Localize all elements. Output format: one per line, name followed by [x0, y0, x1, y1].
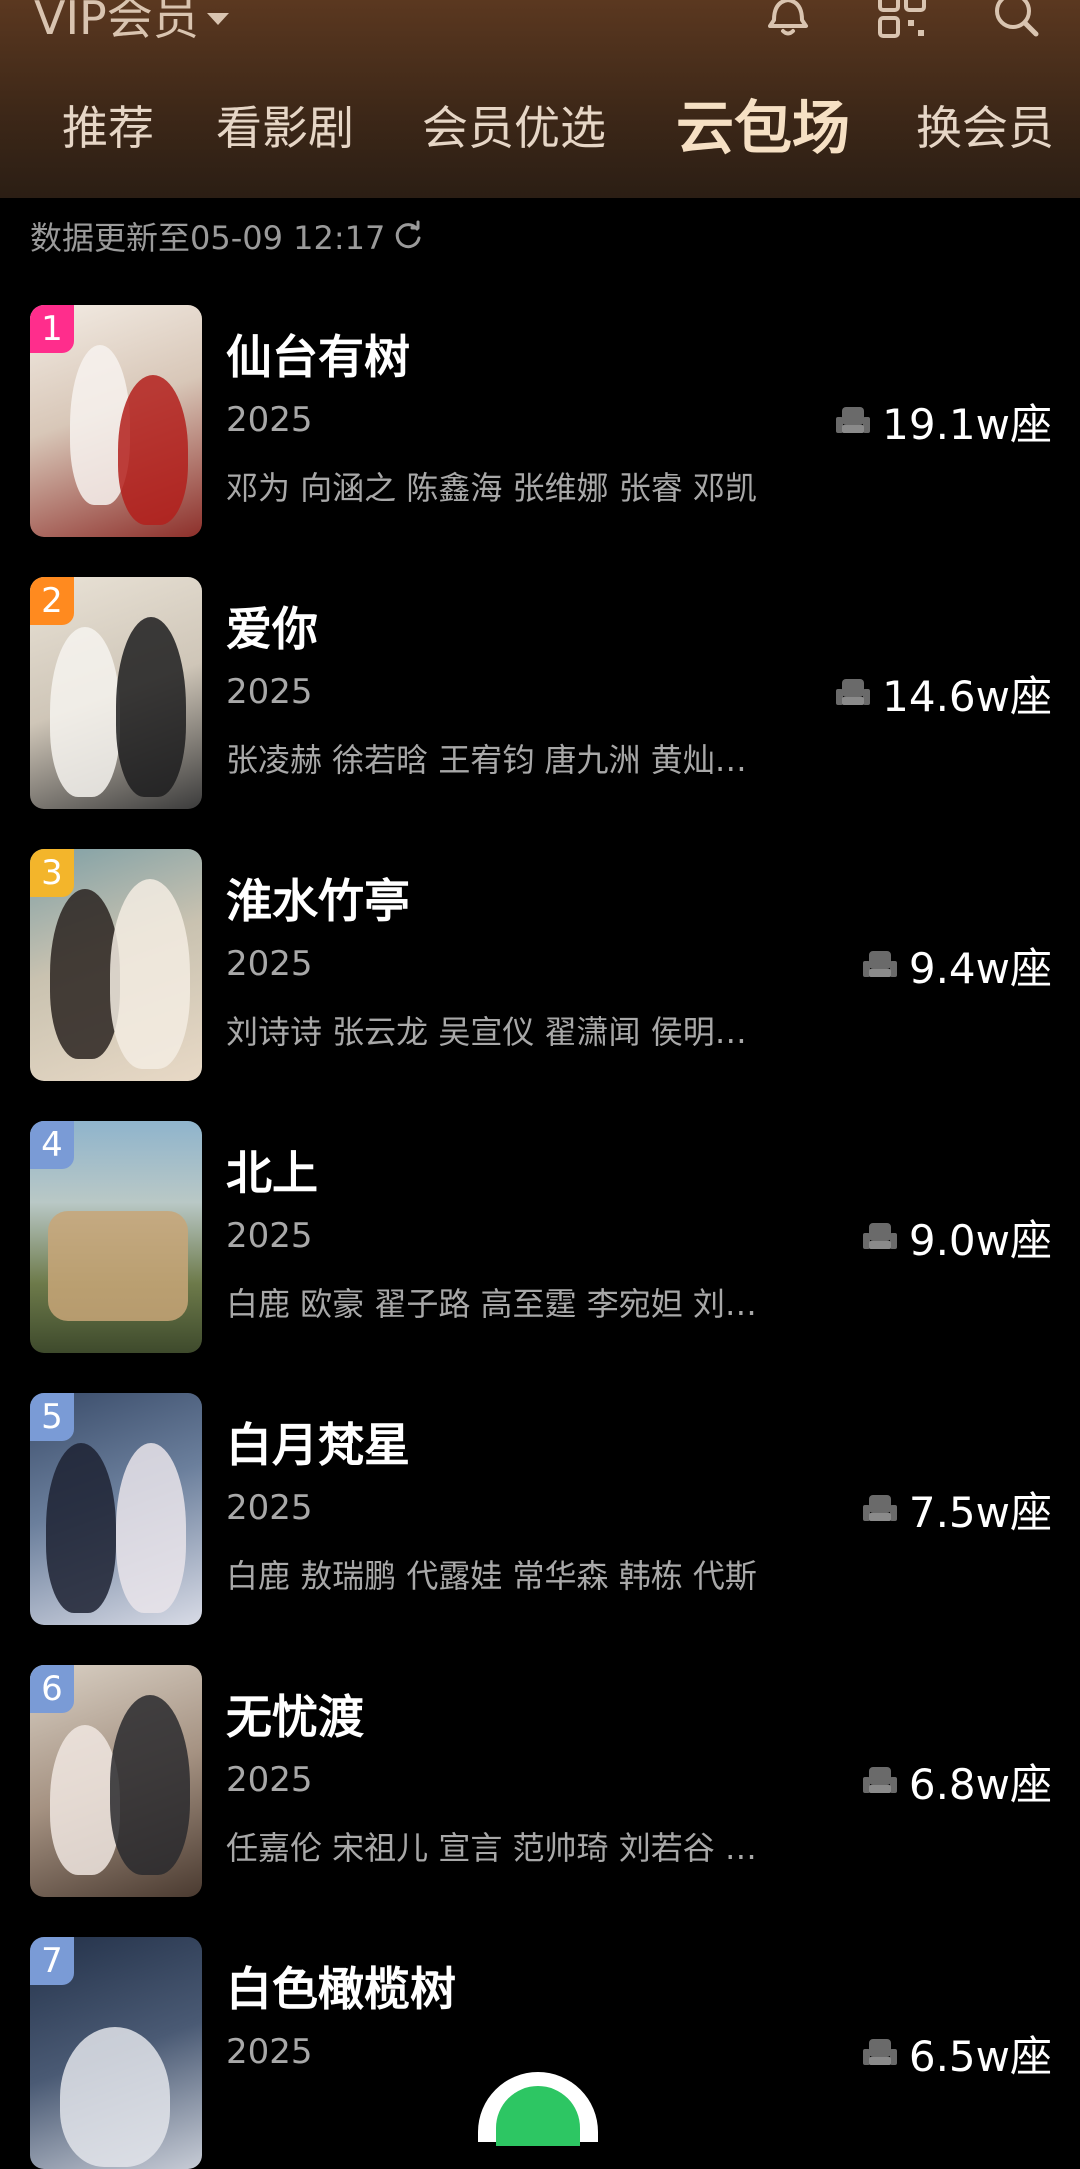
- drama-cast: 白鹿 敖瑞鹏 代露娃 常华森 韩栋 代斯: [226, 1557, 757, 1595]
- seat-count-value: 9.4w座: [908, 944, 1052, 993]
- tab-member-picks[interactable]: 会员优选: [422, 88, 606, 168]
- drama-title: 爱你: [226, 602, 318, 656]
- drama-year: 2025: [226, 1760, 313, 1800]
- poster-image: 7: [30, 1937, 202, 2169]
- rank-badge: 6: [30, 1665, 74, 1713]
- tab-switch-membership[interactable]: 换会员: [916, 88, 1054, 168]
- rank-badge: 2: [30, 577, 74, 625]
- poster-image: 4: [30, 1121, 202, 1353]
- seat-icon: [862, 1222, 897, 1249]
- list-item[interactable]: 5 白月梵星 2025 白鹿 敖瑞鹏 代露娃 常华森 韩栋 代斯 7.5w座: [0, 1393, 1080, 1625]
- poster-image: 5: [30, 1393, 202, 1625]
- list-item[interactable]: 2 爱你 2025 张凌赫 徐若晗 王宥钧 唐九洲 黄灿… 14.6w座: [0, 577, 1080, 809]
- qr-scan-icon[interactable]: [874, 0, 930, 42]
- seat-count: 7.5w座: [861, 1479, 1052, 1540]
- refresh-icon[interactable]: [391, 219, 425, 253]
- list-item[interactable]: 3 淮水竹亭 2025 刘诗诗 张云龙 吴宣仪 翟潇闻 侯明… 9.4w座: [0, 849, 1080, 1081]
- tab-bar: 推荐 看影剧 会员优选 云包场 换会员: [0, 88, 1080, 168]
- tab-movies-series[interactable]: 看影剧: [216, 88, 354, 168]
- poster-image: 2: [30, 577, 202, 809]
- vip-dropdown[interactable]: VIP会员: [34, 0, 229, 48]
- rank-badge: 5: [30, 1393, 74, 1441]
- drama-year: 2025: [226, 944, 313, 984]
- floating-action-icon: [496, 2086, 580, 2146]
- rank-badge: 3: [30, 849, 74, 897]
- vip-title-label: VIP会员: [34, 0, 199, 45]
- seat-count-value: 19.1w座: [882, 400, 1052, 449]
- drama-year: 2025: [226, 1216, 313, 1256]
- seat-icon: [836, 406, 871, 433]
- drama-year: 2025: [226, 2032, 313, 2072]
- poster-image: 6: [30, 1665, 202, 1897]
- rank-badge: 7: [30, 1937, 74, 1985]
- update-status: 数据更新至05-09 12:17: [30, 213, 425, 259]
- drama-cast: 任嘉伦 宋祖儿 宣言 范帅琦 刘若谷 …: [226, 1829, 757, 1867]
- drama-cast: 刘诗诗 张云龙 吴宣仪 翟潇闻 侯明…: [226, 1013, 747, 1051]
- list-item[interactable]: 1 仙台有树 2025 邓为 向涵之 陈鑫海 张维娜 张睿 邓凯 19.1w座: [0, 305, 1080, 537]
- seat-count: 14.6w座: [834, 663, 1052, 724]
- drama-year: 2025: [226, 1488, 313, 1528]
- seat-count: 6.5w座: [861, 2023, 1052, 2084]
- seat-icon: [862, 950, 897, 977]
- seat-icon: [862, 1494, 897, 1521]
- update-text: 数据更新至05-09 12:17: [30, 219, 386, 257]
- poster-image: 1: [30, 305, 202, 537]
- header-bar: VIP会员 推荐 看影剧 会员优选 云包场 换会员: [0, 0, 1080, 198]
- seat-icon: [862, 2038, 897, 2065]
- drama-title: 无忧渡: [226, 1690, 364, 1744]
- drama-title: 北上: [226, 1146, 318, 1200]
- rank-badge: 4: [30, 1121, 74, 1169]
- list-item[interactable]: 4 北上 2025 白鹿 欧豪 翟子路 高至霆 李宛妲 刘… 9.0w座: [0, 1121, 1080, 1353]
- list-item[interactable]: 6 无忧渡 2025 任嘉伦 宋祖儿 宣言 范帅琦 刘若谷 … 6.8w座: [0, 1665, 1080, 1897]
- poster-image: 3: [30, 849, 202, 1081]
- seat-count: 9.4w座: [861, 935, 1052, 996]
- drama-year: 2025: [226, 400, 313, 440]
- seat-count-value: 7.5w座: [908, 1488, 1052, 1537]
- seat-count: 19.1w座: [834, 391, 1052, 452]
- seat-count-value: 14.6w座: [882, 672, 1052, 721]
- seat-icon: [836, 678, 871, 705]
- seat-count: 9.0w座: [861, 1207, 1052, 1268]
- seat-icon: [862, 1766, 897, 1793]
- drama-title: 白月梵星: [226, 1418, 410, 1472]
- seat-count-value: 6.5w座: [908, 2032, 1052, 2081]
- drama-title: 淮水竹亭: [226, 874, 410, 928]
- drama-title: 白色橄榄树: [226, 1962, 456, 2016]
- chevron-down-icon: [206, 13, 229, 25]
- drama-year: 2025: [226, 672, 313, 712]
- tab-recommend[interactable]: 推荐: [62, 88, 154, 168]
- rank-badge: 1: [30, 305, 74, 353]
- tab-cloud-screening[interactable]: 云包场: [676, 88, 850, 168]
- header-actions: [760, 0, 1044, 42]
- drama-cast: 张凌赫 徐若晗 王宥钧 唐九洲 黄灿…: [226, 741, 747, 779]
- drama-cast: 邓为 向涵之 陈鑫海 张维娜 张睿 邓凯: [226, 469, 757, 507]
- seat-count-value: 6.8w座: [908, 1760, 1052, 1809]
- seat-count-value: 9.0w座: [908, 1216, 1052, 1265]
- drama-cast: 白鹿 欧豪 翟子路 高至霆 李宛妲 刘…: [226, 1285, 757, 1323]
- seat-count: 6.8w座: [861, 1751, 1052, 1812]
- bell-icon[interactable]: [760, 0, 816, 42]
- search-icon[interactable]: [988, 0, 1044, 42]
- drama-title: 仙台有树: [226, 330, 410, 384]
